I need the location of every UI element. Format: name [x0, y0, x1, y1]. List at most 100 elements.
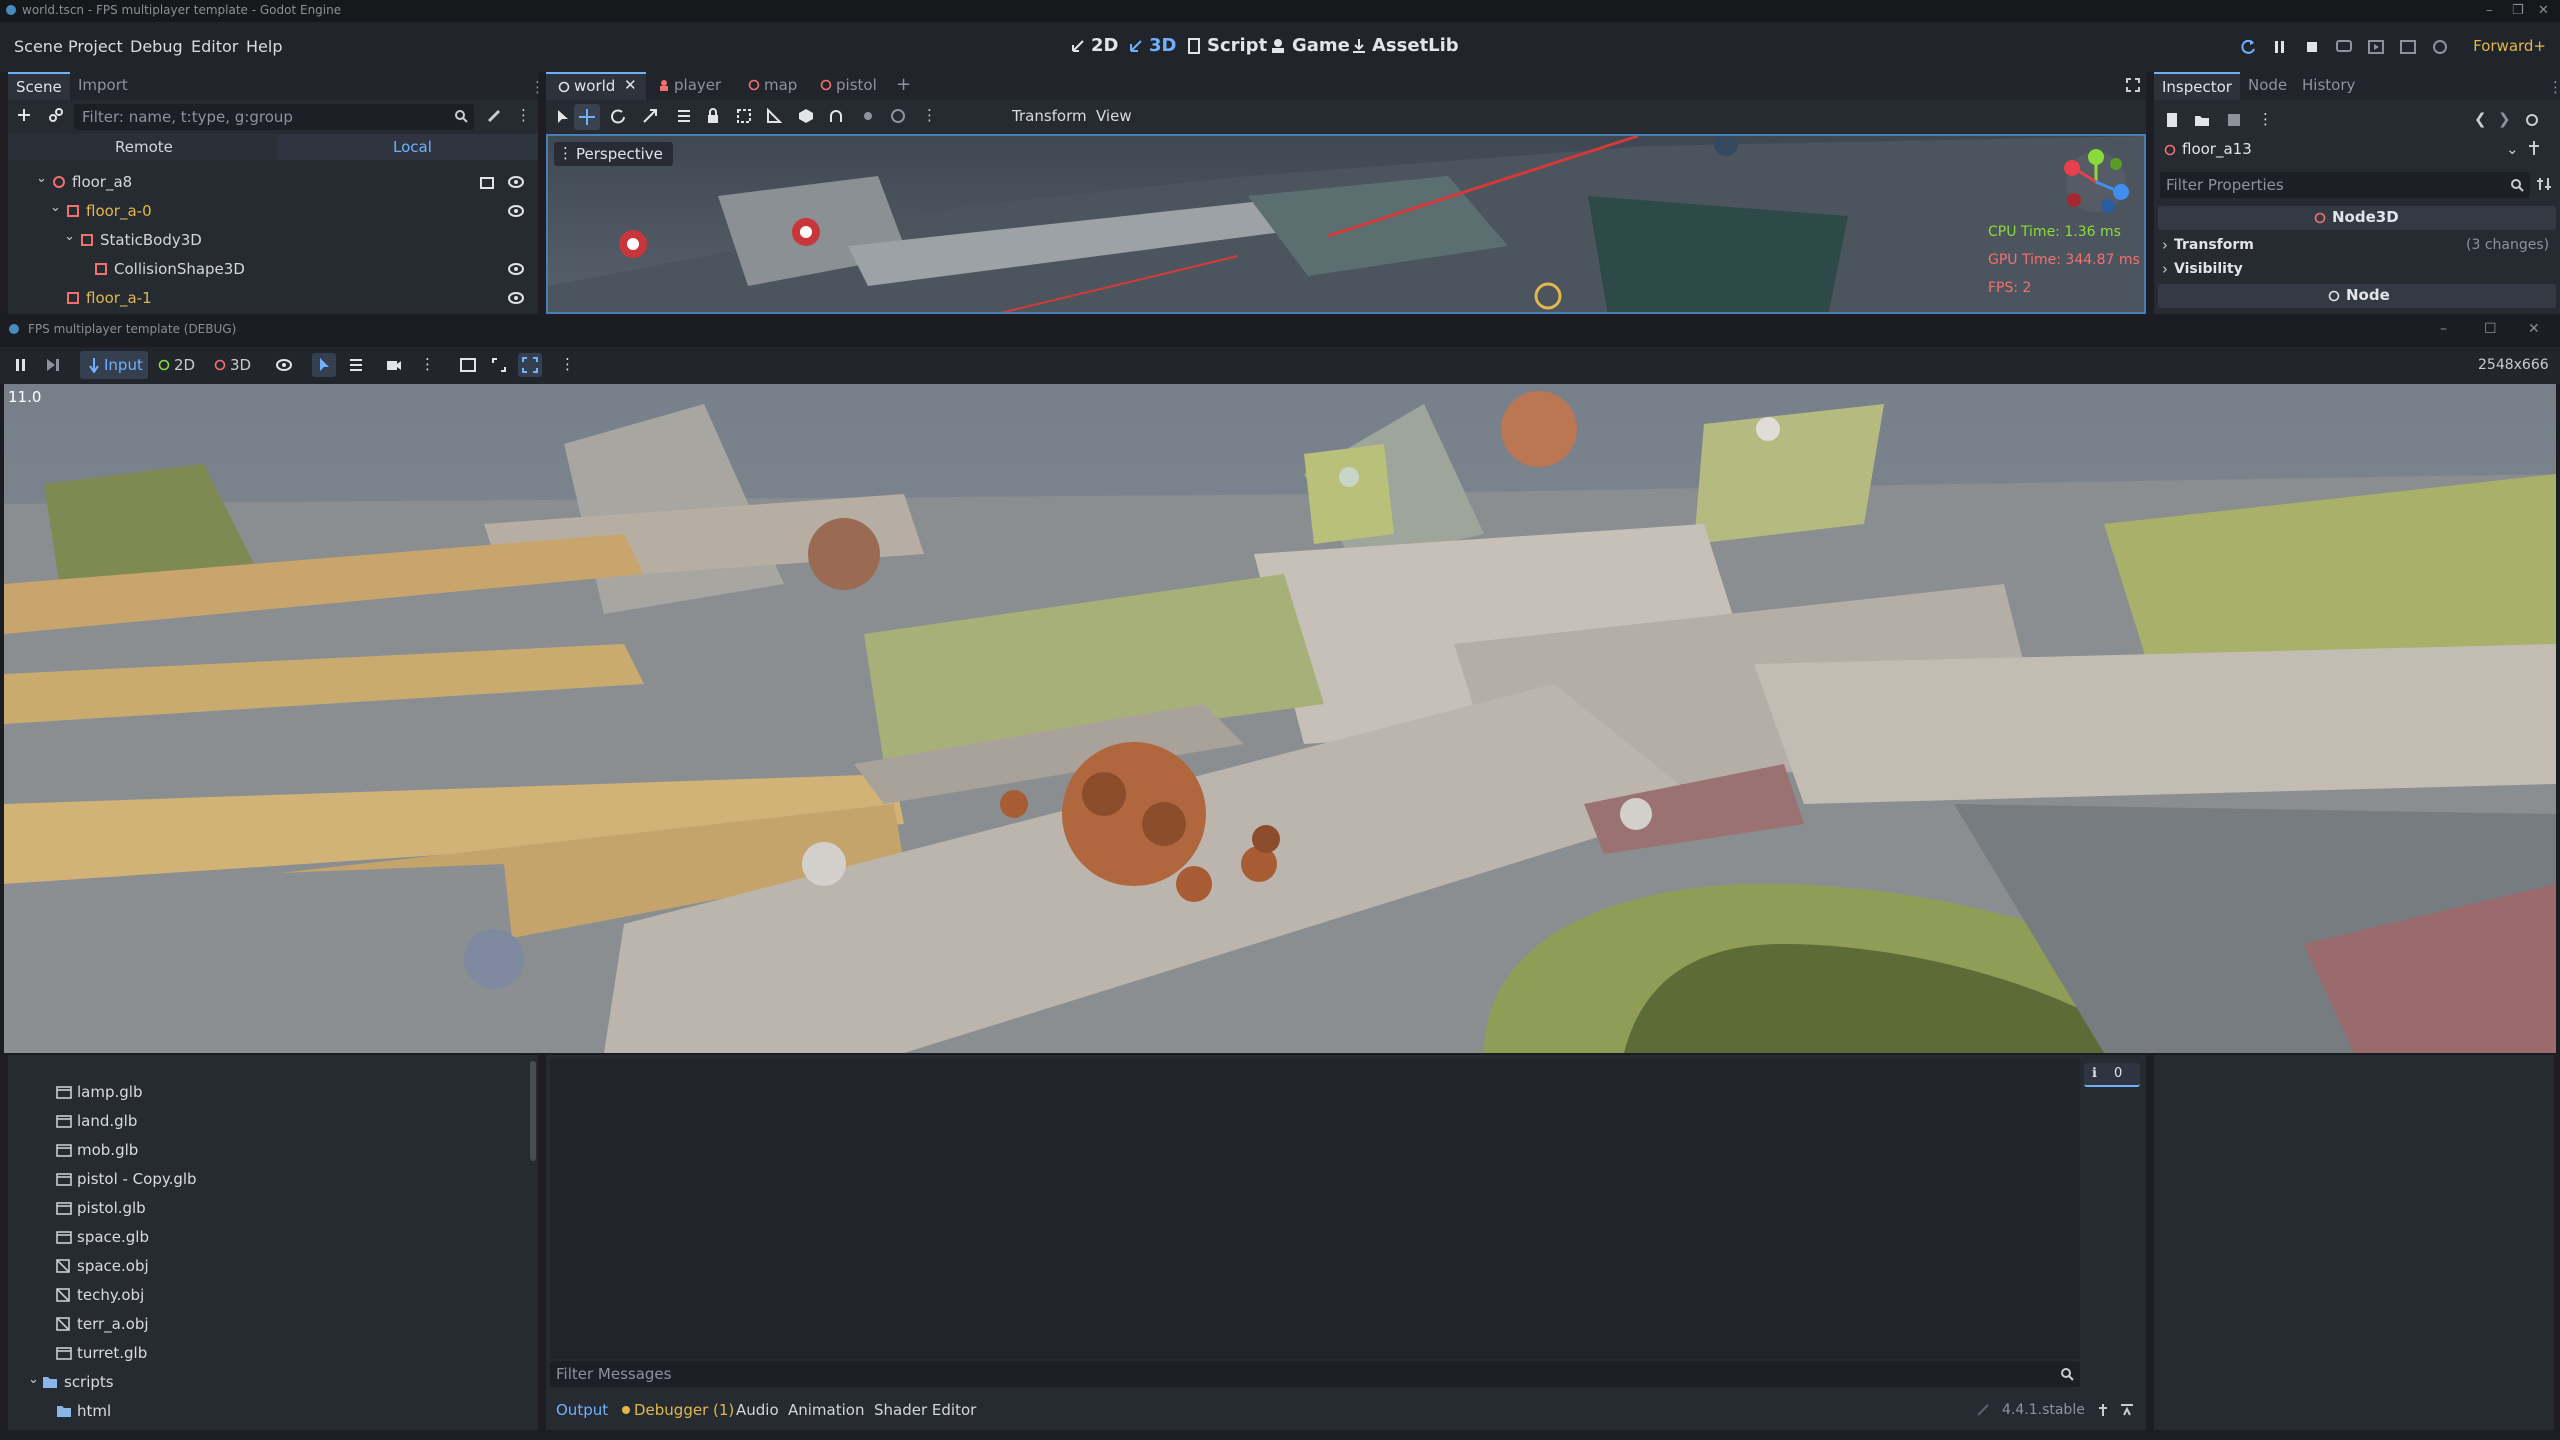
file-item[interactable]: land.glb — [8, 1107, 528, 1136]
file-item[interactable]: pistol - Copy.glb — [8, 1165, 528, 1194]
pause-icon[interactable] — [2267, 35, 2293, 59]
embed-options-icon[interactable]: ⋮ — [560, 355, 575, 373]
stretch-icon[interactable] — [518, 353, 542, 377]
rotate-tool-icon[interactable] — [610, 108, 626, 124]
maximize-button[interactable]: ❐ — [2512, 3, 2524, 18]
remote-button[interactable]: Remote — [115, 138, 173, 156]
select-tool-icon[interactable] — [312, 353, 336, 377]
visibility-eye-icon[interactable] — [508, 291, 524, 305]
property-options-icon[interactable] — [2536, 176, 2552, 192]
list-select-icon[interactable] — [676, 108, 692, 124]
view-menu[interactable]: View — [1096, 107, 1132, 125]
ruler-icon[interactable] — [766, 108, 782, 124]
game-minimize-button[interactable]: – — [2440, 321, 2447, 337]
visibility-eye-icon[interactable] — [508, 175, 524, 189]
file-item[interactable]: space.obj — [8, 1252, 528, 1281]
group-icon[interactable] — [736, 108, 752, 124]
scene-tree-node[interactable]: floor_a-1 — [8, 284, 538, 312]
save-icon[interactable] — [2226, 112, 2242, 128]
axis-gizmo-icon[interactable] — [2058, 144, 2134, 220]
game-close-button[interactable]: ✕ — [2528, 321, 2540, 337]
chevron-down-icon[interactable]: ⌄ — [36, 171, 47, 186]
resource-options-icon[interactable]: ⋮ — [2258, 110, 2273, 128]
file-item[interactable]: terr_a.obj — [8, 1310, 528, 1339]
pause-icon[interactable] — [14, 358, 28, 372]
file-item[interactable]: space.glb — [8, 1223, 528, 1252]
remote-debug-icon[interactable] — [2331, 35, 2357, 59]
transform-section[interactable]: › Transform (3 changes) — [2158, 234, 2556, 258]
chevron-down-icon[interactable]: ⌄ — [28, 1372, 39, 1387]
next-frame-icon[interactable] — [46, 358, 60, 372]
pin-icon[interactable] — [2526, 140, 2542, 156]
link-icon[interactable] — [48, 107, 64, 123]
close-tab-icon[interactable]: ✕ — [624, 76, 637, 94]
stop-icon[interactable] — [2299, 35, 2325, 59]
tab-world[interactable]: world ✕ — [546, 72, 646, 100]
scene-tree-node[interactable]: ⌄ floor_a8 — [8, 168, 538, 196]
mode-2d-button[interactable]: 2D — [1071, 35, 1118, 56]
environment-icon[interactable] — [890, 108, 906, 124]
play-custom-icon[interactable] — [2395, 35, 2421, 59]
local-button[interactable]: Local — [278, 134, 538, 160]
open-scene-icon[interactable] — [480, 175, 494, 189]
tab-inspector[interactable]: Inspector — [2154, 72, 2240, 100]
game-options-icon[interactable]: ⋮ — [420, 355, 435, 373]
scene-filter-input[interactable]: Filter: name, t:type, g:group — [74, 104, 474, 130]
folder-item[interactable]: html — [8, 1397, 528, 1426]
filter-properties-input[interactable]: Filter Properties — [2160, 172, 2530, 198]
file-item[interactable]: mob.glb — [8, 1136, 528, 1165]
distraction-free-icon[interactable] — [2126, 78, 2140, 92]
add-tab-icon[interactable]: + — [896, 74, 911, 95]
add-node-icon[interactable] — [16, 107, 32, 123]
game-viewport[interactable]: 11.0 — [4, 384, 2556, 1053]
local-space-icon[interactable] — [798, 108, 814, 124]
folder-item[interactable]: ⌄ scripts — [8, 1368, 528, 1397]
mode-game-button[interactable]: Game — [1270, 35, 1350, 56]
reload-icon[interactable] — [2235, 35, 2261, 59]
object-history-icon[interactable] — [2524, 112, 2540, 128]
select-tool-icon[interactable] — [556, 109, 570, 125]
script-attach-icon[interactable] — [486, 108, 502, 124]
scene-tree-node[interactable]: ⌄ floor_a-0 — [8, 197, 538, 225]
file-item[interactable]: lamp.glb — [8, 1078, 528, 1107]
tab-output[interactable]: Output — [556, 1401, 608, 1419]
game-maximize-button[interactable]: ☐ — [2484, 321, 2497, 337]
filter-messages-input[interactable]: Filter Messages — [550, 1361, 2080, 1387]
renderer-selector[interactable]: Forward+ — [2473, 37, 2546, 55]
visibility-section[interactable]: › Visibility — [2158, 258, 2556, 282]
tab-shader-editor[interactable]: Shader Editor — [874, 1401, 976, 1419]
chevron-down-icon[interactable]: ⌄ — [64, 229, 75, 244]
move-tool-icon[interactable] — [574, 104, 600, 130]
pin-panel-icon[interactable] — [2096, 1403, 2110, 1417]
scene-options-icon[interactable]: ⋮ — [516, 106, 531, 124]
new-resource-icon[interactable] — [2164, 112, 2180, 128]
menu-editor[interactable]: Editor — [191, 37, 238, 56]
close-button[interactable]: ✕ — [2538, 3, 2549, 18]
fit-view-icon[interactable] — [460, 358, 476, 372]
inspector-menu-icon[interactable]: ⋮ — [2548, 78, 2560, 96]
scene-dock-menu-icon[interactable]: ⋮ — [530, 78, 545, 96]
tab-import[interactable]: Import — [78, 76, 128, 94]
scene-tree-node[interactable]: CollisionShape3D — [8, 255, 538, 283]
mode-script-button[interactable]: Script — [1187, 35, 1267, 56]
tab-audio[interactable]: Audio — [736, 1401, 779, 1419]
3d-viewport[interactable]: ⋮ Perspective CPU Time: 1.36 ms GPU Time… — [546, 134, 2146, 314]
open-folder-icon[interactable] — [2194, 112, 2210, 128]
scale-tool-icon[interactable] — [642, 108, 658, 124]
menu-scene[interactable]: Scene — [14, 37, 63, 56]
tab-scene[interactable]: Scene — [8, 72, 70, 100]
menu-project[interactable]: Project — [68, 37, 123, 56]
scene-tree-node[interactable]: ⌄ StaticBody3D — [8, 226, 538, 254]
sun-icon[interactable] — [860, 108, 876, 124]
perspective-button[interactable]: ⋮ Perspective — [554, 142, 673, 166]
mode-3d-button[interactable]: 3D — [1129, 35, 1176, 56]
tab-node[interactable]: Node — [2248, 76, 2287, 94]
visibility-eye-icon[interactable] — [508, 204, 524, 218]
history-back-icon[interactable]: ❮ — [2474, 110, 2487, 128]
input-toggle[interactable]: Input — [80, 351, 148, 379]
tab-history[interactable]: History — [2302, 76, 2355, 94]
mode-assetlib-button[interactable]: AssetLib — [1352, 35, 1459, 56]
visibility-eye-icon[interactable] — [508, 262, 524, 276]
file-item[interactable]: techy.obj — [8, 1281, 528, 1310]
filesystem-scrollbar[interactable] — [530, 1061, 536, 1161]
